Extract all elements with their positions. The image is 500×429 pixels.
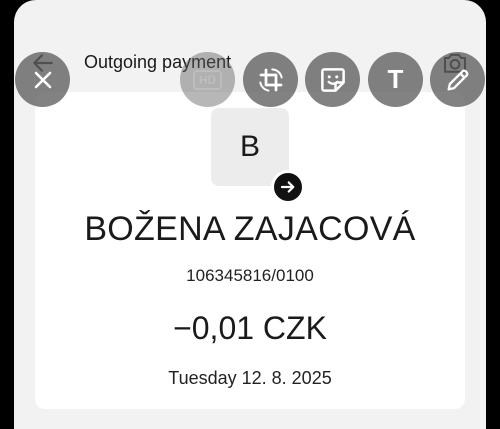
crop-rotate-button[interactable] bbox=[243, 52, 298, 107]
outgoing-arrow-icon bbox=[271, 170, 305, 204]
hd-button[interactable]: HD bbox=[180, 52, 235, 107]
recipient-name: BOŽENA ZAJACOVÁ bbox=[84, 210, 416, 248]
text-icon: T bbox=[387, 64, 404, 94]
avatar-initial: B bbox=[239, 130, 260, 163]
text-tool-button[interactable]: T bbox=[368, 52, 423, 107]
close-button[interactable] bbox=[15, 52, 70, 107]
close-icon bbox=[34, 71, 51, 88]
sticker-button[interactable] bbox=[305, 52, 360, 107]
crop-rotate-icon bbox=[258, 67, 283, 92]
draw-button[interactable] bbox=[430, 52, 485, 107]
payment-card: B BOŽENA ZAJACOVÁ 106345816/0100 −0,01 C… bbox=[35, 92, 465, 409]
account-number: 106345816/0100 bbox=[186, 266, 314, 285]
payment-amount: −0,01 CZK bbox=[173, 310, 327, 346]
sticker-icon bbox=[320, 67, 345, 92]
hd-icon: HD bbox=[192, 69, 223, 90]
payment-date: Tuesday 12. 8. 2025 bbox=[168, 368, 332, 388]
pencil-icon bbox=[447, 69, 468, 91]
